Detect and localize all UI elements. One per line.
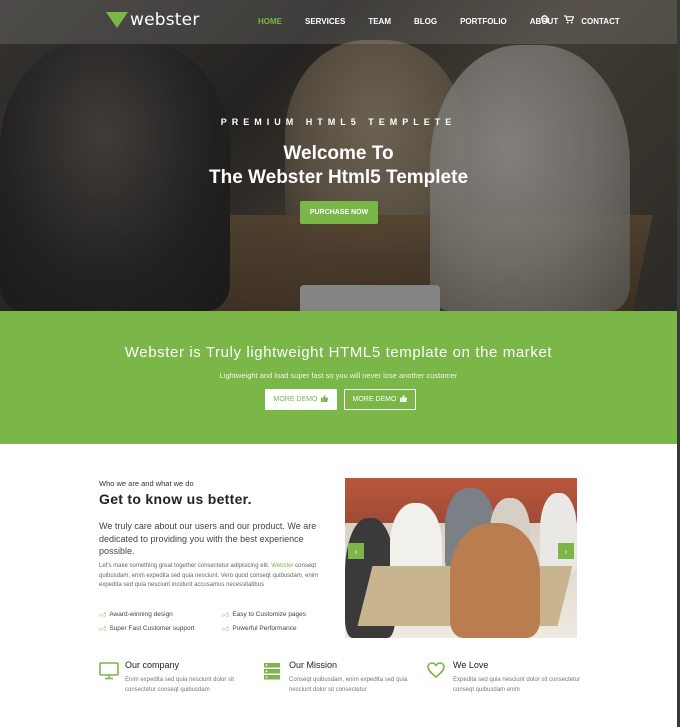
about-photo — [345, 478, 577, 638]
band-title: Webster is Truly lightweight HTML5 templ… — [124, 344, 553, 361]
nav-item-contact[interactable]: CONTACT — [581, 17, 620, 26]
chevron-right-icon: › — [564, 546, 568, 556]
about-title: Get to know us better. — [99, 491, 252, 507]
logo[interactable]: webster — [106, 10, 200, 30]
about-body: Let's make something great together cons… — [99, 562, 329, 591]
hero-title: Welcome To The Webster Html5 Templete — [0, 142, 677, 190]
nav-item-blog[interactable]: BLOG — [414, 17, 437, 26]
more-demo-button[interactable]: MORE DEMO — [265, 389, 337, 410]
thumbs-up-icon: 👍︎ — [222, 626, 230, 633]
feature-label: Powerful Performance — [232, 625, 297, 632]
carousel-prev-button[interactable]: ‹ — [348, 543, 364, 559]
thumbs-up-icon: 👍︎ — [99, 626, 107, 633]
hero-title-line: Welcome To — [283, 143, 394, 164]
nav-item-home[interactable]: HOME — [258, 17, 282, 26]
hero-subtitle: PREMIUM HTML5 TEMPLETE — [220, 117, 457, 127]
more-demo-label: MORE DEMO — [352, 396, 397, 403]
feature-item: 👍︎ Powerful Performance — [222, 624, 297, 633]
service-title: Our company — [125, 660, 180, 670]
monitor-icon — [99, 662, 119, 682]
nav-item-portfolio[interactable]: PORTFOLIO — [460, 17, 507, 26]
band-subtitle: Lightweight and load super fast so you w… — [219, 371, 458, 380]
hero-section: webster HOME SERVICES TEAM BLOG PORTFOLI… — [0, 0, 677, 311]
chevron-left-icon: ‹ — [354, 546, 358, 556]
feature-label: Award-winning design — [109, 611, 173, 618]
about-lead: We truly care about our users and our pr… — [99, 521, 317, 556]
more-demo-label: MORE DEMO — [273, 396, 318, 403]
page: webster HOME SERVICES TEAM BLOG PORTFOLI… — [0, 0, 677, 727]
promo-band: Webster is Truly lightweight HTML5 templ… — [0, 311, 677, 444]
about-body-link[interactable]: Webster — [271, 563, 293, 569]
cart-icon[interactable] — [564, 15, 575, 26]
thumbs-up-icon — [400, 395, 408, 404]
photo-person — [540, 493, 577, 573]
service-text: Expedita sed quia nesciunt dolor sit con… — [453, 677, 581, 693]
feature-label: Super Fast Customer support — [109, 625, 195, 632]
main-nav: webster HOME SERVICES TEAM BLOG PORTFOLI… — [0, 0, 677, 44]
feature-item: 👍︎ Easy to Customize pages — [222, 610, 306, 619]
service-text: Conseqt quibusdam, enim expedita sed qui… — [289, 677, 408, 693]
thumbs-up-icon: 👍︎ — [99, 612, 107, 619]
thumbs-up-icon — [321, 395, 329, 404]
service-title: We Love — [453, 660, 489, 670]
thumbs-up-icon: 👍︎ — [222, 612, 230, 619]
logo-text: webster — [130, 10, 200, 30]
purchase-now-button[interactable]: PURCHASE NOW — [300, 201, 378, 224]
nav-item-services[interactable]: SERVICES — [305, 17, 345, 26]
server-icon — [263, 662, 283, 682]
more-demo-outline-button[interactable]: MORE DEMO — [344, 389, 416, 410]
heart-icon — [427, 662, 447, 682]
nav-item-team[interactable]: TEAM — [368, 17, 391, 26]
nav-menu: HOME SERVICES TEAM BLOG PORTFOLIO ABOUT … — [258, 17, 643, 26]
about-body-text: Let's make something great together cons… — [99, 563, 272, 569]
photo-person — [450, 523, 540, 638]
search-icon[interactable] — [541, 15, 550, 26]
feature-item: 👍︎ Award-winning design — [99, 610, 173, 619]
hero-title-line: The Webster Html5 Templete — [208, 167, 469, 188]
feature-item: 👍︎ Super Fast Customer support — [99, 624, 195, 633]
logo-mark-icon — [106, 12, 128, 28]
feature-label: Easy to Customize pages — [232, 611, 307, 618]
carousel-next-button[interactable]: › — [558, 543, 574, 559]
service-title: Our Mission — [289, 660, 338, 670]
about-eyebrow: Who we are and what we do — [99, 479, 194, 488]
service-text: Enim expedita sed quia nesciunt dolor si… — [125, 677, 235, 693]
